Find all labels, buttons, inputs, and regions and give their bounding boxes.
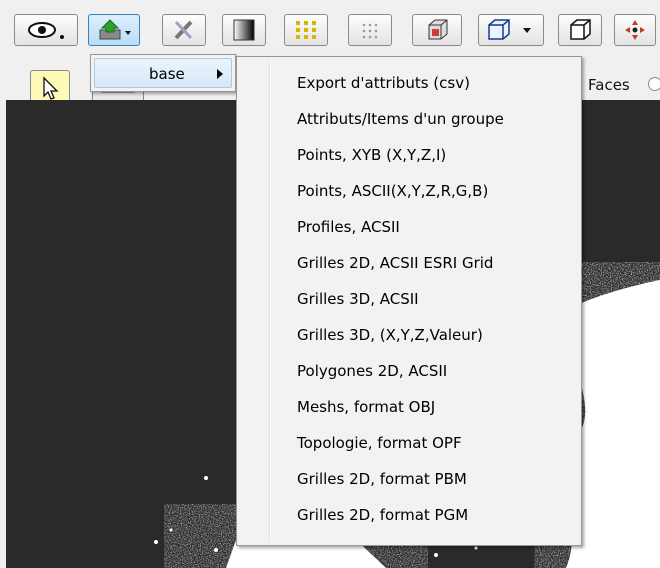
menu-item-attributs-items-groupe[interactable]: Attributs/Items d'un groupe <box>297 101 504 137</box>
crosshair-button[interactable] <box>614 14 656 46</box>
menu-item-grilles-3d-ascii[interactable]: Grilles 3D, ACSII <box>297 281 419 317</box>
cube-dropdown-icon <box>485 17 537 43</box>
menu-item-grilles-3d-xyz[interactable]: Grilles 3D, (X,Y,Z,Valeur) <box>297 317 483 353</box>
grid-dots-button[interactable] <box>348 14 392 46</box>
menu-item-grilles-2d-pgm[interactable]: Grilles 2D, format PGM <box>297 497 468 533</box>
menu-item-export-attributs[interactable]: Export d'attributs (csv) <box>297 65 470 101</box>
grid-dots-icon <box>358 19 382 41</box>
base-submenu: Export d'attributs (csv) Attributs/Items… <box>236 56 582 546</box>
menu-gutter <box>269 61 271 541</box>
menu-item-base-label: base <box>149 65 185 83</box>
menu-item-points-xyb[interactable]: Points, XYB (X,Y,Z,I) <box>297 137 446 173</box>
faces-label: Faces <box>588 76 630 94</box>
menu-item-points-ascii[interactable]: Points, ASCII(X,Y,Z,R,G,B) <box>297 173 488 209</box>
gradient-button[interactable] <box>222 14 266 46</box>
menu-item-base[interactable]: base <box>94 58 232 88</box>
export-menu: base <box>90 54 236 92</box>
gradient-icon <box>233 19 255 41</box>
cube-red-icon <box>423 17 451 43</box>
menu-item-grilles-2d-esri[interactable]: Grilles 2D, ACSII ESRI Grid <box>297 245 493 281</box>
cube-button[interactable] <box>558 14 602 46</box>
tools-icon <box>171 18 197 42</box>
eye-icon <box>24 19 68 41</box>
tools-button[interactable] <box>162 14 206 46</box>
cursor-icon <box>39 75 61 101</box>
grid-dots-yellow-button[interactable] <box>284 14 328 46</box>
cube-icon <box>567 17 593 43</box>
submenu-arrow-icon <box>217 69 223 79</box>
cube-red-button[interactable] <box>412 14 462 46</box>
menu-item-profiles-ascii[interactable]: Profiles, ACSII <box>297 209 400 245</box>
faces-radio[interactable] <box>648 77 660 91</box>
grid-dots-yellow-icon <box>294 19 318 41</box>
crosshair-icon <box>623 18 647 42</box>
menu-item-polygones-2d[interactable]: Polygones 2D, ACSII <box>297 353 447 389</box>
menu-item-topologie-opf[interactable]: Topologie, format OPF <box>297 425 462 461</box>
eye-dropdown-button[interactable] <box>14 14 78 46</box>
export-icon <box>94 18 134 42</box>
export-dropdown-button[interactable] <box>88 14 140 46</box>
menu-item-meshs-obj[interactable]: Meshs, format OBJ <box>297 389 435 425</box>
menu-item-grilles-2d-pbm[interactable]: Grilles 2D, format PBM <box>297 461 467 497</box>
cube-dropdown-button[interactable] <box>478 14 544 46</box>
